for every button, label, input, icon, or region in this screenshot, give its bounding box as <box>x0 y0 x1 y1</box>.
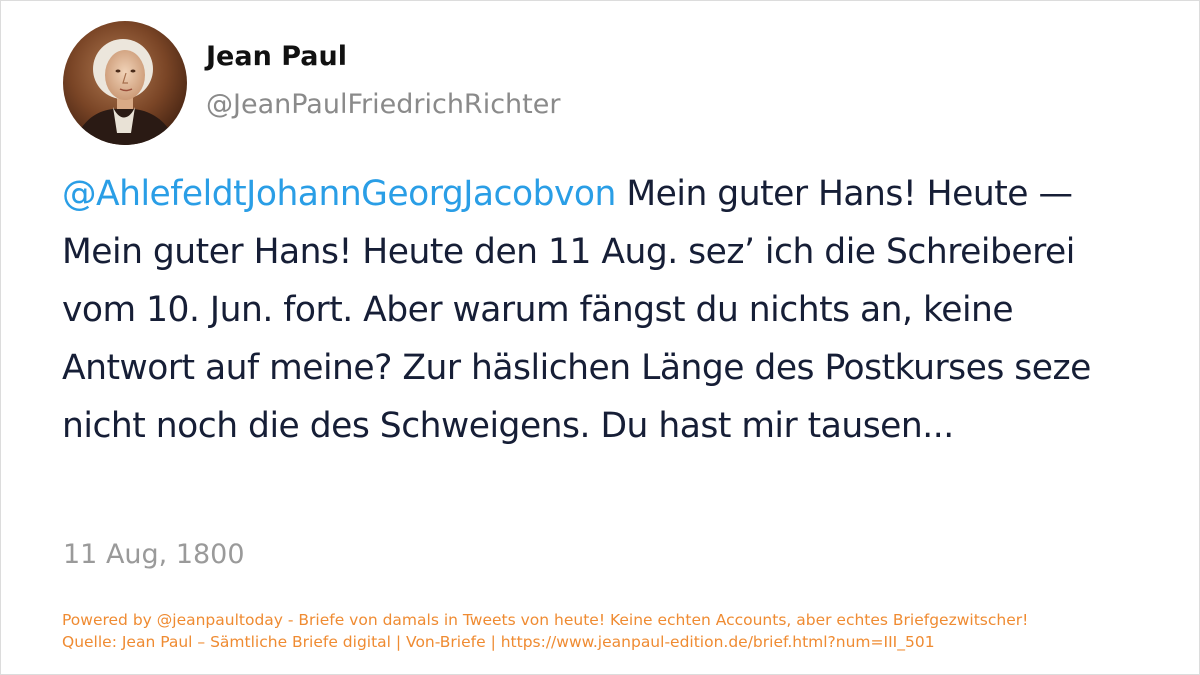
author-name[interactable]: Jean Paul <box>206 41 347 72</box>
mention-link[interactable]: @AhlefeldtJohannGeorgJacobvon <box>62 174 616 214</box>
footer-source: Quelle: Jean Paul – Sämtliche Briefe dig… <box>62 633 935 651</box>
portrait-avatar-icon[interactable] <box>63 21 187 145</box>
footer-powered-by: Powered by @jeanpaultoday - Briefe von d… <box>62 611 1029 629</box>
tweet-card: Jean Paul @JeanPaulFriedrichRichter @Ahl… <box>0 0 1200 675</box>
footer: Powered by @jeanpaultoday - Briefe von d… <box>62 609 1162 653</box>
tweet-date: 11 Aug, 1800 <box>63 539 245 570</box>
tweet-body: Mein guter Hans! Heute — Mein guter Hans… <box>62 174 1091 446</box>
tweet-text: @AhlefeldtJohannGeorgJacobvon Mein guter… <box>62 165 1142 455</box>
author-handle[interactable]: @JeanPaulFriedrichRichter <box>206 89 560 120</box>
